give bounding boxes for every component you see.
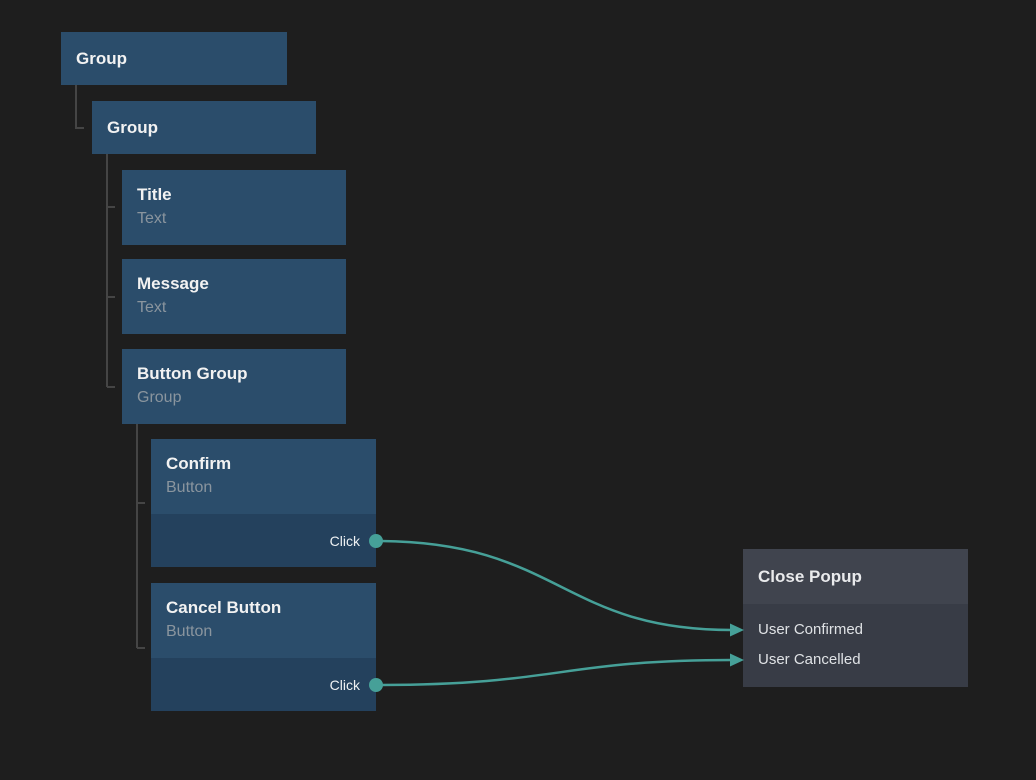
tree-connector-inner-children xyxy=(107,154,115,387)
tree-connector-button-group-children xyxy=(137,424,145,648)
output-port-row: Click xyxy=(151,514,376,567)
tree-connector-outer-to-inner xyxy=(76,85,84,128)
node-type-label: Button xyxy=(166,620,361,643)
node-button-group[interactable]: Button Group Group xyxy=(122,349,346,424)
node-close-popup[interactable]: Close Popup User Confirmed User Cancelle… xyxy=(743,549,968,687)
node-header: Confirm Button xyxy=(151,439,376,514)
node-title: Button Group xyxy=(137,362,331,386)
node-title: Cancel Button xyxy=(166,596,361,620)
node-group-outer[interactable]: Group xyxy=(61,32,287,85)
node-confirm-button[interactable]: Confirm Button Click xyxy=(151,439,376,567)
node-type-label: Text xyxy=(137,296,331,319)
node-title: Title xyxy=(137,183,331,207)
input-label: User Confirmed xyxy=(758,621,863,638)
input-user-cancelled[interactable]: User Cancelled xyxy=(743,644,968,674)
input-user-confirmed[interactable]: User Confirmed xyxy=(743,614,968,644)
output-port-row: Click xyxy=(151,658,376,711)
output-port-click-label: Click xyxy=(330,678,360,692)
node-type-label: Group xyxy=(137,386,331,409)
node-title: Message xyxy=(137,272,331,296)
node-message-text[interactable]: Message Text xyxy=(122,259,346,334)
node-body: User Confirmed User Cancelled xyxy=(743,604,968,687)
input-label: User Cancelled xyxy=(758,651,861,668)
node-title: Group xyxy=(107,116,158,140)
node-title: Close Popup xyxy=(758,567,862,587)
edge-confirm-click-to-user-confirmed[interactable] xyxy=(376,541,732,630)
node-title-text[interactable]: Title Text xyxy=(122,170,346,245)
node-type-label: Text xyxy=(137,207,331,230)
node-header: Close Popup xyxy=(743,549,968,604)
output-port-click-label: Click xyxy=(330,534,360,548)
arrowhead-user-cancelled xyxy=(730,654,744,667)
edge-cancel-click-to-user-cancelled[interactable] xyxy=(376,660,732,685)
node-group-inner[interactable]: Group xyxy=(92,101,316,154)
node-editor-canvas[interactable]: Group Group Title Text Message Text Butt… xyxy=(0,0,1036,780)
arrowhead-user-confirmed xyxy=(730,624,744,637)
node-type-label: Button xyxy=(166,476,361,499)
node-title: Confirm xyxy=(166,452,361,476)
node-header: Cancel Button Button xyxy=(151,583,376,658)
node-cancel-button[interactable]: Cancel Button Button Click xyxy=(151,583,376,711)
node-title: Group xyxy=(76,47,127,71)
